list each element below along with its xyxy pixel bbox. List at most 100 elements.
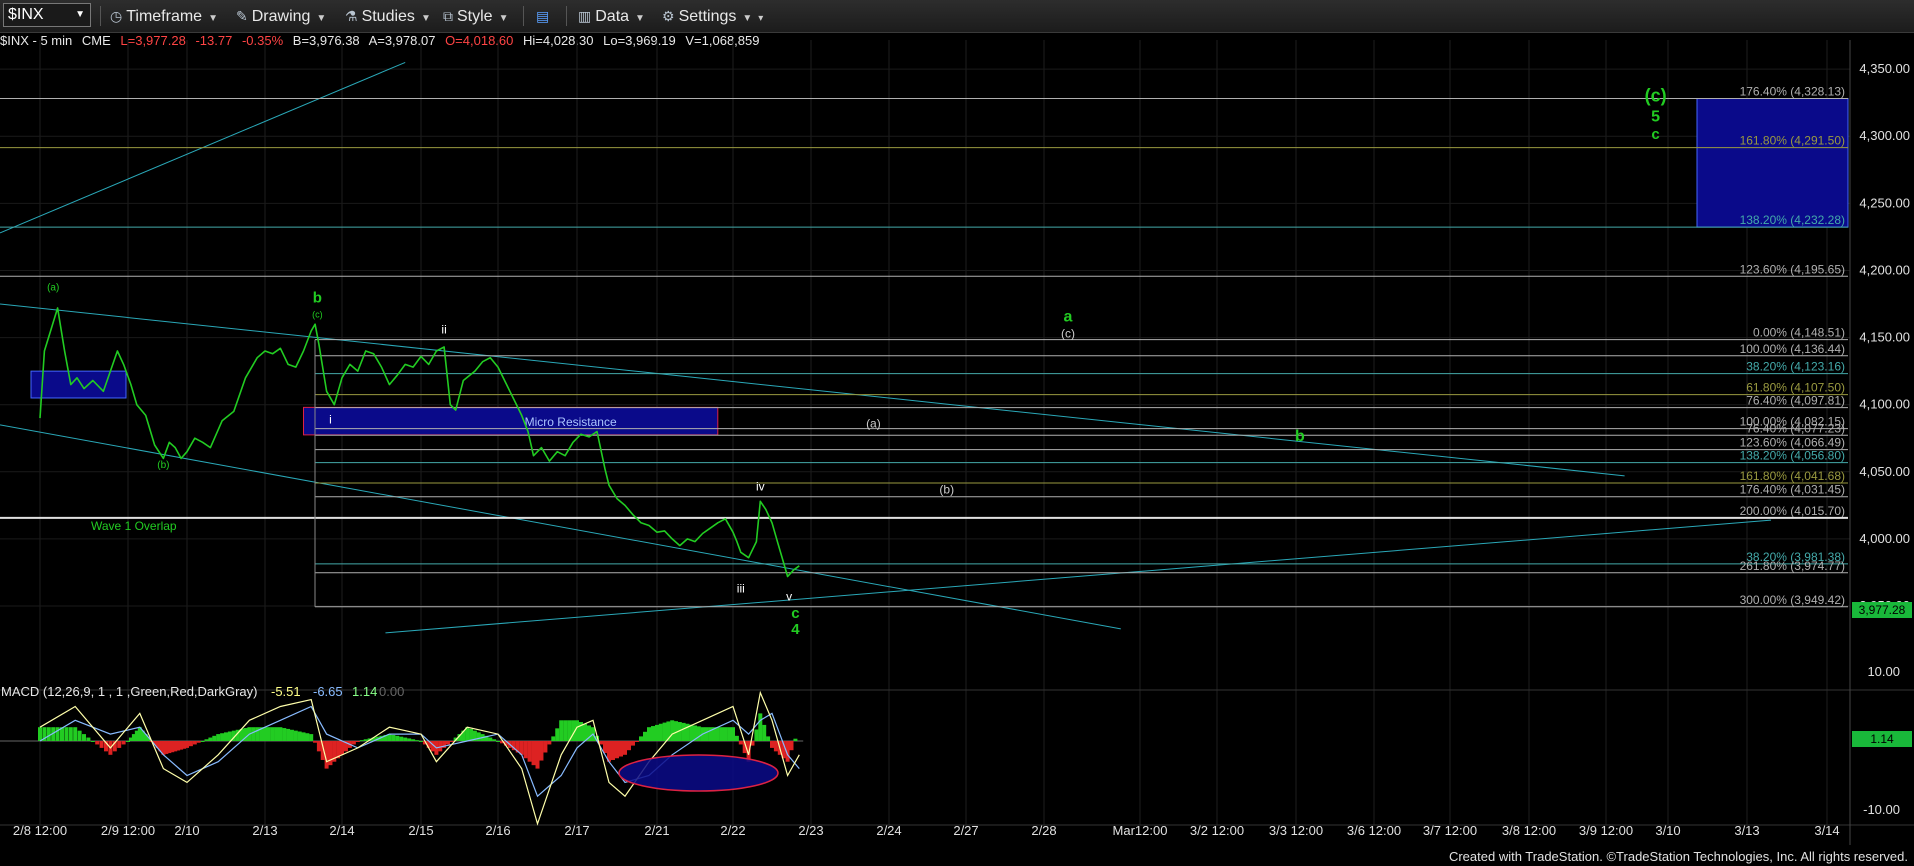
date-axis-tick: 3/14 — [1814, 823, 1839, 838]
macd-histogram-bar — [117, 741, 122, 748]
macd-histogram-bar — [715, 727, 720, 741]
date-axis-tick: 2/22 — [720, 823, 745, 838]
macd-histogram-bar — [359, 740, 364, 742]
macd-histogram-bar — [266, 727, 271, 741]
macd-histogram-bar — [263, 727, 267, 741]
macd-histogram-bar — [220, 733, 225, 741]
macd-histogram-bar — [208, 737, 213, 741]
macd-histogram-bar — [559, 720, 564, 741]
wave-label: (c) — [312, 309, 323, 319]
macd-histogram-bar — [689, 724, 694, 741]
copyright-footer: Created with TradeStation. ©TradeStation… — [1448, 849, 1908, 864]
macd-histogram-bar — [395, 735, 400, 741]
macd-histogram-bar — [738, 741, 743, 745]
macd-title: MACD (12,26,9, 1 , 1 ,Green,Red,DarkGray… — [1, 684, 257, 699]
macd-histogram-bar — [762, 724, 767, 741]
macd-histogram-bar — [73, 727, 78, 741]
macd-histogram-bar — [619, 741, 623, 757]
macd-histogram-bar — [651, 726, 655, 741]
wave1-overlap-label: Wave 1 Overlap — [91, 519, 177, 533]
macd-histogram-bar — [758, 713, 763, 741]
macd-histogram-bar — [531, 741, 536, 766]
macd-histogram-bar — [301, 732, 306, 741]
macd-value: 1.14 — [352, 684, 377, 699]
date-axis-tick: 3/10 — [1655, 823, 1680, 838]
target-zone-box — [1696, 98, 1849, 228]
macd-histogram-bar — [309, 734, 314, 741]
wave-label: i — [329, 412, 332, 426]
date-axis-tick: 2/14 — [329, 823, 354, 838]
macd-histogram-bar — [449, 741, 454, 742]
support-trend-line — [385, 519, 1772, 634]
fib-level-label: 76.40% (4,077.23) — [1746, 421, 1845, 435]
wave-label: (a) — [866, 417, 881, 431]
macd-value: -6.65 — [313, 684, 343, 699]
macd-histogram-bar — [185, 741, 189, 748]
macd-histogram-bar — [216, 734, 221, 741]
price-axis-tick: 4,100.00 — [1859, 397, 1910, 412]
macd-histogram-bar — [623, 741, 627, 755]
macd-histogram-bar — [286, 728, 291, 741]
macd-histogram-bar — [126, 741, 130, 742]
macd-histogram-bar — [627, 741, 631, 751]
date-axis-tick: 2/15 — [408, 823, 433, 838]
macd-histogram-bar — [723, 727, 728, 741]
date-axis-tick: 2/17 — [564, 823, 589, 838]
date-axis-tick: 2/21 — [644, 823, 669, 838]
macd-histogram-bar — [278, 727, 283, 741]
macd-histogram-bar — [316, 741, 321, 752]
macd-histogram-bar — [519, 741, 524, 755]
macd-histogram-bar — [274, 727, 279, 741]
macd-histogram-bar — [204, 739, 209, 741]
wave-label: c — [791, 605, 799, 622]
wave-label: iii — [737, 582, 745, 596]
macd-histogram-bar — [313, 741, 318, 743]
wave-label: (b) — [157, 460, 169, 471]
macd-histogram-bar — [282, 728, 287, 741]
macd-histogram-bar — [38, 727, 42, 741]
macd-histogram-bar — [270, 727, 275, 741]
date-axis-tick: 2/23 — [798, 823, 823, 838]
wave-label: 4 — [791, 621, 800, 638]
macd-axis-tick: 10.00 — [1867, 664, 1900, 679]
last-price-marker: 3,977.28 — [1852, 602, 1912, 618]
date-axis-tick: 3/7 12:00 — [1423, 823, 1477, 838]
fib-level-label: 123.60% (4,195.65) — [1740, 262, 1845, 276]
macd-histogram-bar — [670, 720, 675, 741]
macd-histogram-bar — [527, 741, 532, 762]
price-axis-tick: 4,250.00 — [1859, 195, 1910, 210]
micro-resistance-box — [303, 406, 719, 436]
date-axis-tick: 3/2 12:00 — [1190, 823, 1244, 838]
macd-histogram-bar — [727, 727, 732, 741]
macd-histogram-bar — [658, 723, 663, 741]
macd-histogram-bar — [305, 733, 310, 741]
date-axis-tick: 3/3 12:00 — [1269, 823, 1323, 838]
fib-level-label: 0.00% (4,148.51) — [1753, 326, 1845, 340]
macd-histogram-bar — [419, 741, 423, 742]
macd-histogram-bar — [86, 737, 91, 741]
date-axis-tick: 2/8 12:00 — [13, 823, 67, 838]
fib-level-label: 138.20% (4,056.80) — [1740, 449, 1845, 463]
macd-histogram-bar — [734, 735, 739, 741]
macd-histogram-bar — [351, 741, 356, 745]
macd-histogram-bar — [635, 741, 639, 742]
macd-histogram-bar — [196, 741, 201, 743]
macd-histogram-bar — [681, 722, 686, 741]
macd-histogram-bar — [46, 727, 51, 741]
macd-histogram-bar — [391, 734, 396, 741]
fib-level-label: 261.80% (3,974.77) — [1740, 559, 1845, 573]
macd-histogram-bar — [773, 741, 778, 752]
fib-level-label: 176.40% (4,031.45) — [1740, 483, 1845, 497]
macd-histogram-bar — [643, 731, 647, 741]
macd-histogram-bar — [192, 741, 197, 745]
macd-histogram-bar — [704, 727, 709, 741]
date-axis-tick: 3/6 12:00 — [1347, 823, 1401, 838]
macd-histogram-bar — [647, 727, 651, 741]
macd-histogram-bar — [99, 741, 104, 748]
macd-histogram-bar — [68, 727, 73, 741]
macd-histogram-bar — [793, 738, 798, 741]
price-chart[interactable]: Micro Resistance Wave 1 Overlap 176.40% (… — [0, 0, 1914, 866]
wave-label: c — [1651, 126, 1659, 143]
macd-histogram-bar — [615, 741, 619, 759]
macd-histogram-bar — [543, 741, 548, 753]
